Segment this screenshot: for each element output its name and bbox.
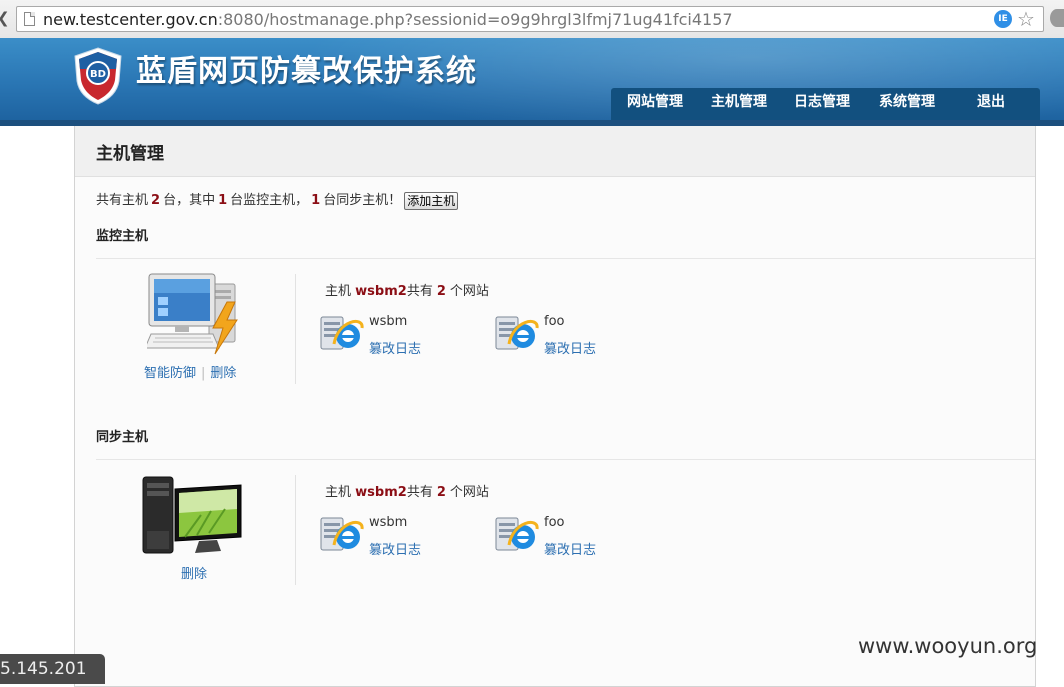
action-separator: |	[201, 366, 206, 381]
ie-tab-extension-icon[interactable]: IE	[994, 10, 1012, 28]
monitor-host-actions: 智能防御 | 删除	[144, 362, 236, 381]
page-title: 主机管理	[96, 144, 164, 164]
tamper-log-link[interactable]: 篡改日志	[544, 338, 596, 357]
has-label: 共有	[406, 284, 433, 299]
sync-host-description: 主机 wsbm2共有 2 个网站	[325, 481, 489, 500]
panel-header: 主机管理	[75, 126, 1035, 177]
sync-host-actions: 删除	[181, 563, 207, 582]
site-item: foo 篡改日志	[495, 515, 645, 559]
url-host: new.testcenter.gov.cn	[43, 10, 218, 29]
address-bar[interactable]: new.testcenter.gov.cn:8080/hostmanage.ph…	[16, 6, 1044, 32]
section-divider	[96, 459, 1035, 460]
shield-logo-icon: BD	[74, 47, 122, 105]
host-name: wsbm2	[355, 485, 407, 500]
site-count: 2	[436, 485, 446, 500]
page-icon	[24, 12, 35, 26]
monitor-host-count: 1	[218, 193, 228, 208]
site-name: foo	[544, 314, 565, 329]
host-label: 主机	[325, 284, 352, 299]
web-server-icon	[495, 517, 539, 551]
nav-item-logout[interactable]: 退出	[977, 88, 1005, 120]
monitor-section-title: 监控主机	[96, 229, 149, 244]
smart-defense-link[interactable]: 智能防御	[144, 366, 196, 381]
sync-host-count: 1	[311, 193, 321, 208]
column-divider	[295, 475, 296, 585]
web-server-icon	[320, 316, 364, 350]
tamper-log-link[interactable]: 篡改日志	[544, 539, 596, 558]
site-count: 2	[436, 284, 446, 299]
site-name: wsbm	[369, 515, 408, 530]
has-label: 共有	[406, 485, 433, 500]
ip-overlay-tag: 5.145.201	[0, 654, 105, 684]
host-label: 主机	[325, 485, 352, 500]
summary-mid1: 台，其中	[163, 193, 216, 208]
sync-section-title: 同步主机	[96, 430, 149, 445]
site-unit: 个网站	[449, 284, 489, 299]
delete-monitor-host-link[interactable]: 删除	[210, 366, 236, 381]
nav-item-hosts[interactable]: 主机管理	[711, 88, 767, 120]
delete-sync-host-link[interactable]: 删除	[181, 567, 207, 582]
host-management-panel: 主机管理 共有主机 2 台，其中 1 台监控主机， 1 台同步主机！ 添加主机 监控主机 智能…	[74, 126, 1036, 687]
watermark: www.wooyun.org	[858, 634, 1038, 658]
browser-toolbar: ❮ new.testcenter.gov.cn:8080/hostmanage.…	[0, 0, 1064, 39]
add-host-button[interactable]: 添加主机	[404, 191, 459, 210]
site-name: wsbm	[369, 314, 408, 329]
web-server-icon	[320, 517, 364, 551]
host-name: wsbm2	[355, 284, 407, 299]
nav-item-logs[interactable]: 日志管理	[794, 88, 850, 120]
site-item: wsbm 篡改日志	[320, 515, 470, 559]
monitor-host-description: 主机 wsbm2共有 2 个网站	[325, 280, 489, 299]
monitor-computer-icon	[147, 273, 238, 355]
summary-prefix: 共有主机	[96, 193, 149, 208]
site-unit: 个网站	[449, 485, 489, 500]
total-host-count: 2	[151, 193, 161, 208]
back-arrow-icon[interactable]: ❮	[0, 9, 10, 27]
tamper-log-link[interactable]: 篡改日志	[369, 539, 421, 558]
summary-mid2: 台监控主机，	[230, 193, 309, 208]
host-summary: 共有主机 2 台，其中 1 台监控主机， 1 台同步主机！ 添加主机	[96, 189, 459, 210]
site-header: BD 蓝盾网页防篡改保护系统 网站管理 主机管理 日志管理 系统管理 退出	[0, 38, 1064, 120]
sync-computer-icon	[142, 476, 242, 554]
nav-item-sites[interactable]: 网站管理	[627, 88, 683, 120]
tamper-log-link[interactable]: 篡改日志	[369, 338, 421, 357]
bookmark-star-icon[interactable]: ☆	[1017, 7, 1035, 31]
top-nav: 网站管理 主机管理 日志管理 系统管理 退出	[611, 88, 1040, 120]
url-text[interactable]: new.testcenter.gov.cn:8080/hostmanage.ph…	[43, 10, 733, 30]
site-item: foo 篡改日志	[495, 314, 645, 358]
site-item: wsbm 篡改日志	[320, 314, 470, 358]
url-path: :8080/hostmanage.php?sessionid=o9g9hrgl3…	[217, 10, 733, 29]
section-divider	[96, 258, 1035, 259]
summary-suffix: 台同步主机！	[323, 193, 402, 208]
site-name: foo	[544, 515, 565, 530]
browser-menu-icon[interactable]	[1050, 9, 1064, 27]
nav-item-system[interactable]: 系统管理	[879, 88, 935, 120]
web-server-icon	[495, 316, 539, 350]
site-title: 蓝盾网页防篡改保护系统	[136, 54, 477, 89]
logo-text: BD	[90, 69, 106, 80]
column-divider	[295, 274, 296, 384]
